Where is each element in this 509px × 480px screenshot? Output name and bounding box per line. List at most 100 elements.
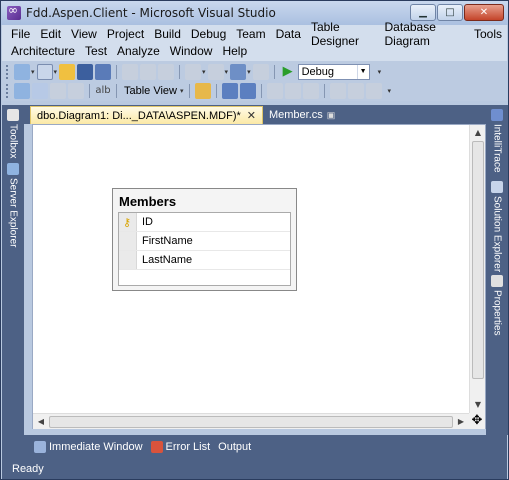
menu-test[interactable]: Test <box>80 44 112 58</box>
toolbox-tab[interactable]: Toolbox <box>5 109 21 158</box>
window-controls: ▁ □ ✕ <box>410 4 504 21</box>
properties-tab[interactable]: Properties <box>489 275 505 336</box>
tab-output[interactable]: Output <box>216 441 253 453</box>
scroll-down-icon[interactable]: ▼ <box>470 397 486 413</box>
chevron-down-icon[interactable]: ▾ <box>180 87 184 95</box>
menu-table-designer[interactable]: Table Designer <box>306 20 380 48</box>
chevron-down-icon[interactable]: ▾ <box>247 68 251 76</box>
menu-view[interactable]: View <box>66 27 102 41</box>
scroll-right-icon[interactable]: ▶ <box>453 414 469 430</box>
page-breaks-icon[interactable] <box>365 82 382 99</box>
tab-error-list[interactable]: Error List <box>149 441 213 453</box>
column-row[interactable]: FirstName <box>119 232 290 251</box>
add-text-annotation-icon[interactable]: alb <box>95 83 111 99</box>
menu-debug[interactable]: Debug <box>186 27 231 41</box>
add-table-icon[interactable] <box>14 82 30 99</box>
visual-studio-icon <box>7 3 21 20</box>
manage-indexes-icon[interactable] <box>221 82 238 99</box>
chevron-down-icon[interactable]: ▾ <box>202 68 206 76</box>
chevron-down-icon[interactable]: ▾ <box>31 68 35 76</box>
new-project-icon[interactable] <box>14 63 30 80</box>
cut-icon[interactable] <box>122 63 139 80</box>
row-selector[interactable] <box>119 232 137 250</box>
menu-window[interactable]: Window <box>165 44 218 58</box>
row-selector[interactable]: ⚷ <box>119 213 137 231</box>
vs-window: Fdd.Aspen.Client - Microsoft Visual Stud… <box>0 0 509 480</box>
toolbox-label: Toolbox <box>7 124 19 159</box>
manage-check-constraints-icon[interactable] <box>239 82 256 99</box>
paste-icon[interactable] <box>158 63 175 80</box>
start-debug-icon[interactable]: ▶ <box>280 64 296 80</box>
menu-edit[interactable]: Edit <box>35 27 66 41</box>
menu-tools[interactable]: Tools <box>469 27 507 41</box>
properties-icon <box>491 275 503 287</box>
horizontal-scrollbar[interactable]: ◀ ▶ <box>33 413 469 429</box>
menu-analyze[interactable]: Analyze <box>112 44 165 58</box>
column-row[interactable]: LastName <box>119 251 290 270</box>
show-relationship-labels-icon[interactable] <box>194 82 211 99</box>
document-tab-strip: dbo.Diagram1: Di..._DATA\ASPEN.MDF)* ✕ M… <box>24 105 486 124</box>
table-view-dropdown[interactable]: Table View <box>122 85 179 97</box>
chevron-down-icon[interactable]: ▾ <box>54 68 58 76</box>
column-row[interactable]: ⚷ ID <box>119 213 290 232</box>
copy-icon[interactable] <box>140 63 157 80</box>
save-icon[interactable] <box>77 63 94 80</box>
toolbar-separator <box>116 83 117 98</box>
navigate-icon[interactable] <box>230 63 247 80</box>
menu-file[interactable]: File <box>6 27 35 41</box>
immediate-window-label: Immediate Window <box>49 441 143 453</box>
column-list: ⚷ ID FirstName LastName <box>118 212 291 286</box>
undo-icon[interactable] <box>185 63 202 80</box>
remove-from-diagram-icon[interactable] <box>68 82 84 99</box>
chevron-down-icon[interactable]: ▾ <box>225 68 229 76</box>
toolbar-overflow-icon[interactable]: ▾ <box>378 68 382 76</box>
menu-help[interactable]: Help <box>217 44 252 58</box>
open-folder-icon[interactable] <box>59 63 76 80</box>
menu-architecture[interactable]: Architecture <box>6 44 80 58</box>
menu-build[interactable]: Build <box>149 27 186 41</box>
horizontal-scroll-thumb[interactable] <box>49 416 453 428</box>
save-all-icon[interactable] <box>95 63 112 80</box>
server-explorer-tab[interactable]: Server Explorer <box>5 163 21 247</box>
vertical-scroll-thumb[interactable] <box>472 141 484 379</box>
generate-change-script-icon[interactable] <box>347 82 364 99</box>
arrange-tables-icon[interactable] <box>284 82 301 99</box>
tab-diagram[interactable]: dbo.Diagram1: Di..._DATA\ASPEN.MDF)* ✕ <box>30 106 263 124</box>
arrange-selection-icon[interactable] <box>266 82 283 99</box>
pin-icon[interactable]: ▣ <box>327 110 336 121</box>
delete-table-icon[interactable] <box>50 82 66 99</box>
zoom-icon[interactable] <box>329 82 346 99</box>
table-name: Members <box>119 194 177 209</box>
autosize-tables-icon[interactable] <box>302 82 319 99</box>
pan-icon[interactable]: ✥ <box>469 413 485 429</box>
minimize-button[interactable]: ▁ <box>410 4 436 21</box>
close-icon[interactable]: ✕ <box>247 109 256 122</box>
redo-icon[interactable] <box>207 63 224 80</box>
tab-immediate-window[interactable]: Immediate Window <box>32 441 145 453</box>
solution-configuration-select[interactable]: Debug ▼ <box>297 63 370 80</box>
tab-diagram-label: dbo.Diagram1: Di..._DATA\ASPEN.MDF)* <box>37 109 241 122</box>
intellitrace-tab[interactable]: IntelliTrace <box>489 109 505 173</box>
close-button[interactable]: ✕ <box>464 4 504 21</box>
chevron-down-icon: ▼ <box>356 64 369 79</box>
menu-team[interactable]: Team <box>231 27 270 41</box>
toolbar-grip[interactable] <box>6 83 9 98</box>
diagram-canvas[interactable]: Members ⚷ ID FirstName LastName <box>33 125 469 413</box>
menu-database-diagram[interactable]: Database Diagram <box>380 20 469 48</box>
tab-member-cs[interactable]: Member.cs ▣ <box>263 106 341 124</box>
toolbar-grip[interactable] <box>6 64 9 79</box>
add-item-icon[interactable] <box>36 63 53 80</box>
find-icon[interactable] <box>252 63 269 80</box>
scroll-left-icon[interactable]: ◀ <box>33 414 49 430</box>
maximize-button[interactable]: □ <box>437 4 463 21</box>
row-selector[interactable] <box>119 251 137 269</box>
table-members[interactable]: Members ⚷ ID FirstName LastName <box>112 188 297 291</box>
menu-project[interactable]: Project <box>102 27 149 41</box>
add-related-tables-icon[interactable] <box>32 82 48 99</box>
scroll-up-icon[interactable]: ▲ <box>470 125 486 141</box>
menu-data[interactable]: Data <box>271 27 306 41</box>
toolbars: ▾ ▾ ▾ ▾ ▾ ▶ Debug ▼ ▾ alb Table View ▾ ▾ <box>2 61 507 101</box>
toolbar-overflow-icon[interactable]: ▾ <box>388 87 392 95</box>
solution-explorer-tab[interactable]: Solution Explorer <box>489 181 505 272</box>
vertical-scrollbar[interactable]: ▲ ▼ <box>469 125 485 413</box>
